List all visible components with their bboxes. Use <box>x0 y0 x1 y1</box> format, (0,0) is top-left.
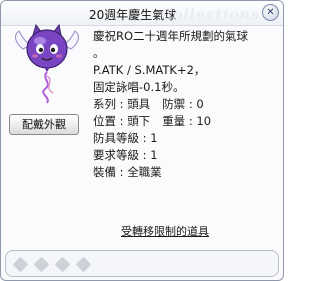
desc-line-1: 慶祝RO二十週年所規劃的氣球 <box>93 29 249 43</box>
transfer-restriction-link[interactable]: 受轉移限制的道具 <box>121 223 209 239</box>
armor-level-value: 1 <box>150 131 158 145</box>
type-defense-row: 系列 : 頭具 防禦 : 0 <box>93 97 204 111</box>
desc-line-4: 固定詠唱-0.1秒。 <box>93 80 185 94</box>
card-slot[interactable] <box>54 256 71 273</box>
defense-value: 0 <box>196 97 204 111</box>
close-icon[interactable]: ✕ <box>262 4 279 21</box>
card-slot[interactable] <box>12 256 29 273</box>
item-info-window: 20週年慶生氣球 Collections ✕ 配戴外觀 慶祝RO二十週年所規劃的… <box>0 0 284 281</box>
collections-watermark: Collections <box>161 7 260 23</box>
desc-line-3: P.ATK / S.MATK+2， <box>93 63 206 77</box>
armor-level-row: 防具等級 : 1 <box>93 131 158 145</box>
required-level-label: 要求等級 <box>93 148 139 162</box>
position-value: 頭下 <box>127 114 151 128</box>
desc-line-2: 。 <box>93 46 105 60</box>
equip-row: 裝備 : 全職業 <box>93 165 162 179</box>
type-value: 頭具 <box>127 97 151 111</box>
card-slots <box>12 256 92 273</box>
weight-label: 重量 <box>162 114 186 128</box>
card-slot[interactable] <box>75 256 92 273</box>
equip-value: 全職業 <box>127 165 162 179</box>
defense-label: 防禦 <box>162 97 186 111</box>
purple-balloon-icon <box>15 23 79 104</box>
view-appearance-button[interactable]: 配戴外觀 <box>9 114 79 135</box>
required-level-value: 1 <box>150 148 158 162</box>
item-description: 慶祝RO二十週年所規劃的氣球 。 P.ATK / S.MATK+2， 固定詠唱-… <box>93 28 275 181</box>
weight-value: 10 <box>196 114 212 128</box>
position-weight-row: 位置 : 頭下 重量 : 10 <box>93 114 212 128</box>
card-slot[interactable] <box>33 256 50 273</box>
armor-level-label: 防具等級 <box>93 131 139 145</box>
type-label: 系列 <box>93 97 116 111</box>
required-level-row: 要求等級 : 1 <box>93 148 158 162</box>
position-label: 位置 <box>93 114 116 128</box>
equip-label: 裝備 <box>93 165 116 179</box>
card-slot-bar <box>5 250 279 277</box>
